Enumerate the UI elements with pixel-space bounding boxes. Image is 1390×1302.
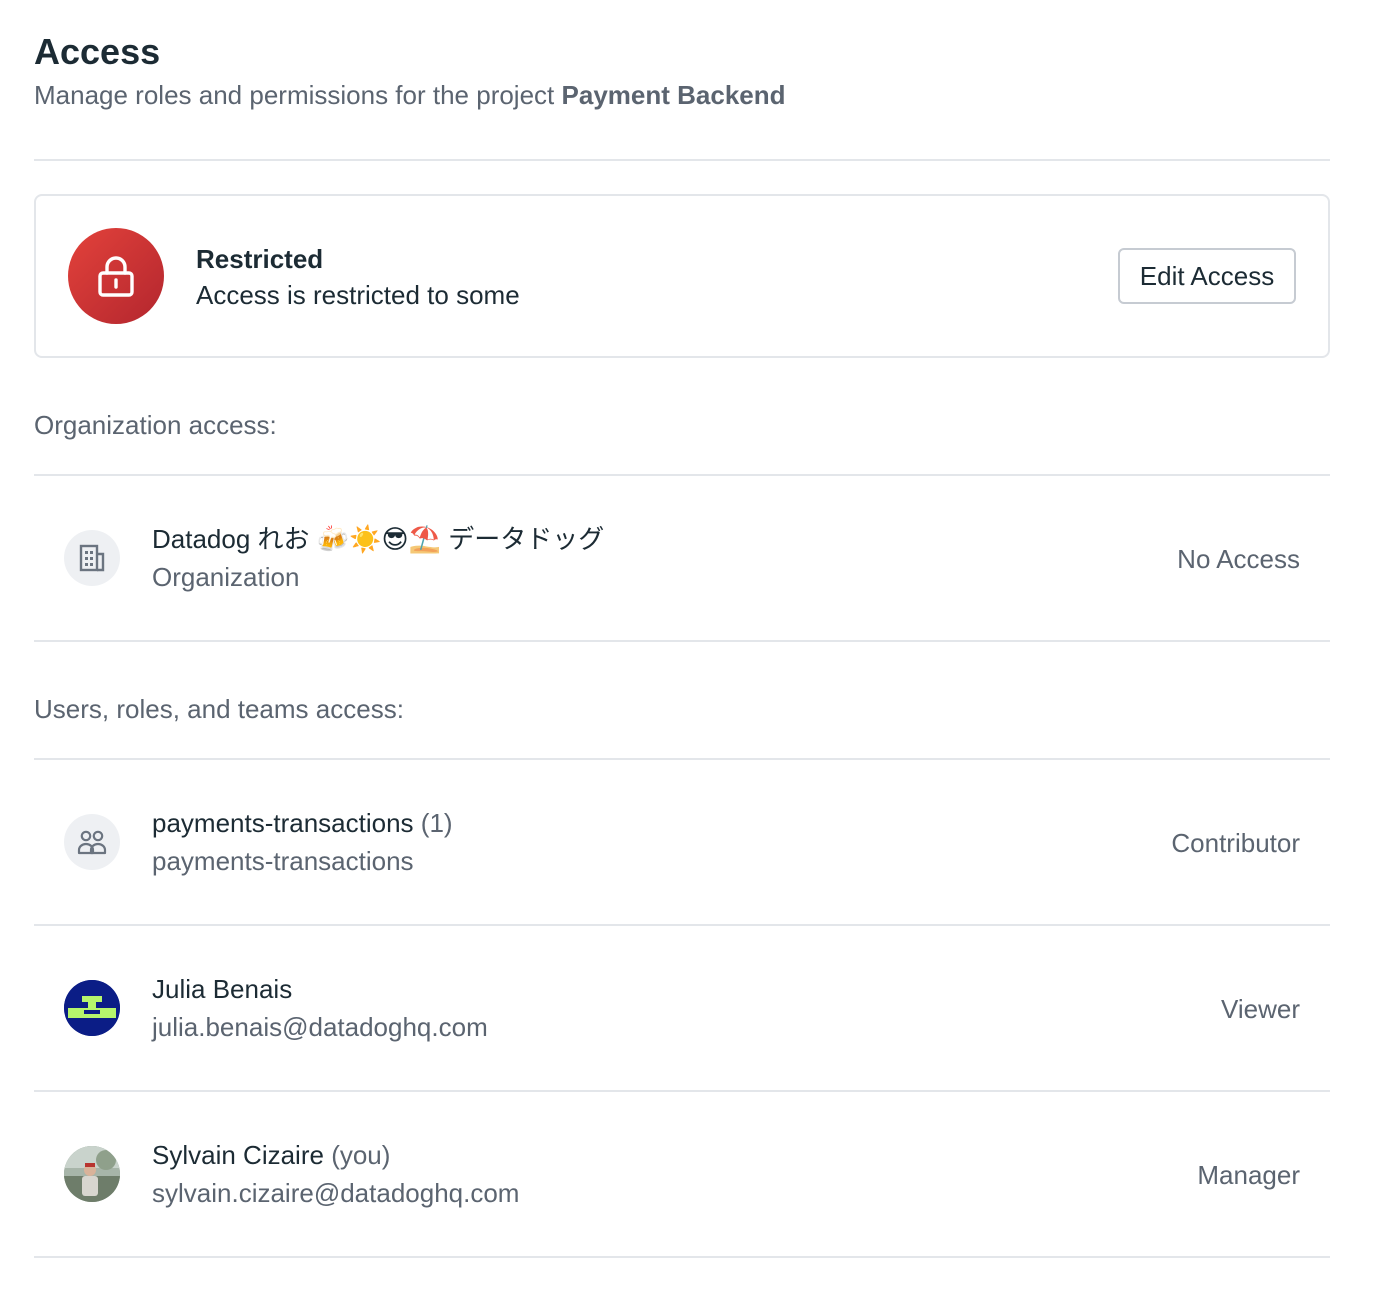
list-item-team: payments-transactions (1) payments-trans… [34,760,1330,924]
divider [34,159,1330,161]
current-user-tag: (you) [331,1140,391,1170]
org-type: Organization [152,562,300,592]
divider [34,640,1330,642]
list-item-user: Sylvain Cizaire (you) sylvain.cizaire@da… [34,1092,1330,1256]
lock-icon [98,256,134,297]
status-title: Restricted [196,244,324,274]
list-item-organization: Datadog れお 🍻☀️😎⛱️ データドッグ Organization No… [34,476,1330,640]
edit-access-button[interactable]: Edit Access [1118,248,1296,304]
photo-avatar-icon [64,1146,120,1202]
access-status-card: Restricted Access is restricted to some … [34,194,1330,358]
user-email: sylvain.cizaire@datadoghq.com [152,1178,520,1208]
org-role[interactable]: No Access [1177,542,1300,576]
user-name-text: Sylvain Cizaire [152,1140,324,1170]
team-member-count: (1) [420,808,453,838]
project-name: Payment Backend [561,80,786,110]
user-avatar [64,980,120,1036]
team-name: payments-transactions (1) [152,806,453,840]
org-avatar [64,530,120,586]
status-description: Access is restricted to some [196,280,520,310]
team-handle: payments-transactions [152,846,414,876]
building-icon [79,544,105,572]
restricted-badge [68,228,164,324]
user-email: julia.benais@datadoghq.com [152,1012,488,1042]
page-subtitle: Manage roles and permissions for the pro… [34,78,786,112]
divider [34,1256,1330,1258]
list-item-user: Julia Benais julia.benais@datadoghq.com … [34,926,1330,1090]
pixel-avatar-icon [64,980,120,1036]
user-name: Julia Benais [152,972,292,1006]
page-title: Access [34,31,161,72]
team-icon [77,830,107,855]
user-name-text: Julia Benais [152,974,293,1004]
user-avatar [64,1146,120,1202]
team-name-text: payments-transactions [152,808,414,838]
org-access-label: Organization access: [34,410,277,440]
team-role[interactable]: Contributor [1171,826,1300,860]
user-name: Sylvain Cizaire (you) [152,1138,390,1172]
user-role[interactable]: Viewer [1221,992,1300,1026]
org-name: Datadog れお 🍻☀️😎⛱️ データドッグ [152,524,605,554]
users-access-label: Users, roles, and teams access: [34,694,404,724]
user-role[interactable]: Manager [1197,1158,1300,1192]
team-avatar [64,814,120,870]
subtitle-text: Manage roles and permissions for the pro… [34,80,555,110]
